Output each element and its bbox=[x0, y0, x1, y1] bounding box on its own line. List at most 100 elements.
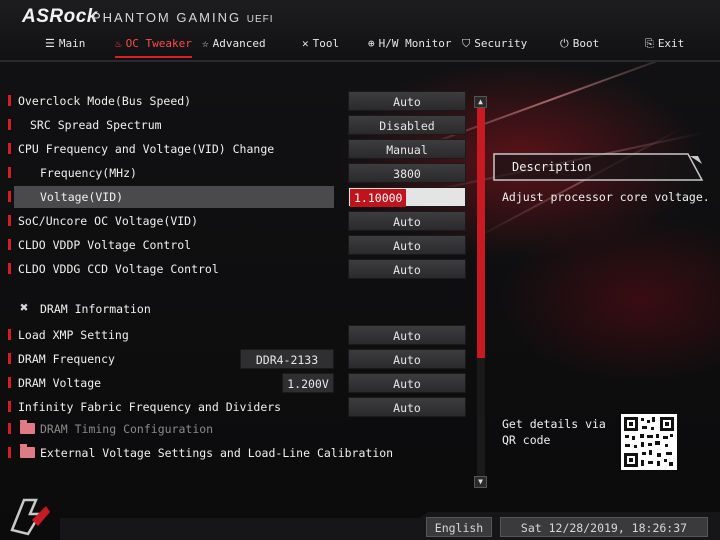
setting-load-xmp[interactable]: Load XMP Setting Auto bbox=[0, 324, 470, 346]
tab-boot[interactable]: ⏻ Boot bbox=[560, 32, 599, 56]
description-title: Description bbox=[512, 160, 592, 174]
scroll-down-button[interactable]: ▼ bbox=[474, 476, 487, 488]
row-marker bbox=[8, 119, 11, 130]
row-marker bbox=[8, 263, 11, 274]
brand-subtitle-text: PHANTOM GAMING bbox=[92, 10, 242, 25]
setting-label: Infinity Fabric Frequency and Dividers bbox=[18, 400, 282, 414]
scroll-up-button[interactable]: ▲ bbox=[474, 96, 487, 108]
power-icon: ⏻ bbox=[560, 37, 569, 50]
brand-subtitle: PHANTOM GAMING UEFI bbox=[92, 10, 274, 25]
flame-icon: ♨ bbox=[115, 37, 122, 50]
monitor-icon: ⊕ bbox=[368, 37, 375, 50]
setting-label: Frequency(MHz) bbox=[40, 166, 137, 180]
row-marker bbox=[8, 447, 11, 458]
row-marker bbox=[8, 167, 11, 178]
tab-tool[interactable]: ✕ Tool bbox=[302, 32, 339, 56]
tab-label: Main bbox=[58, 37, 86, 50]
setting-label: Load XMP Setting bbox=[18, 328, 129, 342]
cpu-freq-voltage-value[interactable]: Manual bbox=[348, 139, 466, 159]
src-spread-value[interactable]: Disabled bbox=[348, 115, 466, 135]
setting-overclock-mode[interactable]: Overclock Mode(Bus Speed) Auto bbox=[0, 90, 470, 112]
voltage-vid-input[interactable]: 1.10000 bbox=[348, 187, 466, 207]
star-icon: ☆ bbox=[202, 37, 209, 50]
main-tabs: ☰ Main ♨ OC Tweaker ☆ Advanced ✕ Tool ⊕ H/W M… bbox=[0, 32, 720, 58]
brand-logo: ASRock bbox=[22, 6, 98, 27]
setting-label: CLDO VDDP Voltage Control bbox=[18, 238, 192, 252]
exit-icon: ⎘ bbox=[645, 37, 654, 50]
tab-oc-tweaker[interactable]: ♨ OC Tweaker bbox=[115, 32, 192, 58]
section-dram-information: ✖ DRAM Information bbox=[0, 298, 470, 320]
date-time-display: Sat 12/28/2019, 18:26:37 bbox=[500, 517, 708, 537]
row-marker bbox=[8, 143, 11, 154]
list-icon: ☰ bbox=[45, 37, 55, 50]
row-marker bbox=[8, 401, 11, 412]
frequency-value[interactable]: 3800 bbox=[348, 163, 466, 183]
setting-label: Voltage(VID) bbox=[40, 190, 124, 204]
tab-label: Exit bbox=[657, 37, 685, 50]
wrench-icon: ✖ bbox=[20, 300, 29, 316]
dram-voltage-value[interactable]: Auto bbox=[348, 373, 466, 393]
setting-label: CPU Frequency and Voltage(VID) Change bbox=[18, 142, 275, 156]
header-divider bbox=[0, 60, 720, 62]
scrollbar-thumb[interactable] bbox=[477, 108, 485, 358]
setting-cldo-vddp[interactable]: CLDO VDDP Voltage Control Auto bbox=[0, 234, 470, 256]
dram-voltage-info: 1.200V bbox=[282, 373, 334, 393]
description-text: Adjust processor core voltage. bbox=[502, 190, 710, 204]
section-title: DRAM Information bbox=[40, 302, 151, 316]
setting-dram-frequency[interactable]: DRAM Frequency DDR4-2133 Auto bbox=[0, 348, 470, 370]
setting-src-spread[interactable]: SRC Spread Spectrum Disabled bbox=[0, 114, 470, 136]
submenu-dram-timing[interactable]: DRAM Timing Configuration bbox=[0, 418, 470, 440]
brand-uefi-text: UEFI bbox=[246, 14, 274, 25]
row-marker bbox=[8, 377, 11, 388]
submenu-label: External Voltage Settings and Load-Line … bbox=[40, 446, 394, 460]
tab-hw-monitor[interactable]: ⊕ H/W Monitor bbox=[368, 32, 451, 56]
setting-infinity-fabric[interactable]: Infinity Fabric Frequency and Dividers A… bbox=[0, 396, 470, 418]
overclock-mode-value[interactable]: Auto bbox=[348, 91, 466, 111]
setting-voltage-vid[interactable]: Voltage(VID) 1.10000 bbox=[0, 186, 470, 208]
dram-frequency-value[interactable]: Auto bbox=[348, 349, 466, 369]
submenu-label: DRAM Timing Configuration bbox=[40, 422, 214, 436]
tool-icon: ✕ bbox=[302, 37, 309, 50]
row-marker bbox=[8, 95, 11, 106]
setting-label: DRAM Voltage bbox=[18, 376, 102, 390]
setting-label: SRC Spread Spectrum bbox=[30, 118, 162, 132]
setting-frequency[interactable]: Frequency(MHz) 3800 bbox=[0, 162, 470, 184]
setting-dram-voltage[interactable]: DRAM Voltage 1.200V Auto bbox=[0, 372, 470, 394]
row-marker bbox=[8, 239, 11, 250]
qr-caption: Get details via QR code bbox=[502, 417, 606, 447]
header-bar: ASRock PHANTOM GAMING UEFI ☰ Main ♨ OC Twe… bbox=[0, 0, 720, 60]
tab-label: OC Tweaker bbox=[125, 37, 192, 50]
setting-cpu-freq-voltage[interactable]: CPU Frequency and Voltage(VID) Change Ma… bbox=[0, 138, 470, 160]
setting-label: DRAM Frequency bbox=[18, 352, 115, 366]
tab-security[interactable]: ⛉ Security bbox=[462, 32, 527, 56]
infinity-fabric-value[interactable]: Auto bbox=[348, 397, 466, 417]
cldo-vddp-value[interactable]: Auto bbox=[348, 235, 466, 255]
tab-label: Advanced bbox=[212, 37, 266, 50]
tab-label: Security bbox=[474, 37, 528, 50]
qr-code bbox=[621, 414, 677, 470]
row-marker bbox=[8, 191, 11, 202]
voltage-vid-value: 1.10000 bbox=[350, 189, 407, 207]
tab-label: Boot bbox=[572, 37, 600, 50]
load-xmp-value[interactable]: Auto bbox=[348, 325, 466, 345]
setting-label: CLDO VDDG CCD Voltage Control bbox=[18, 262, 219, 276]
row-marker bbox=[8, 423, 11, 434]
shield-icon: ⛉ bbox=[462, 37, 471, 50]
setting-label: Overclock Mode(Bus Speed) bbox=[18, 94, 192, 108]
language-selector[interactable]: English bbox=[426, 517, 492, 537]
row-marker bbox=[8, 353, 11, 364]
setting-soc-uncore[interactable]: SoC/Uncore OC Voltage(VID) Auto bbox=[0, 210, 470, 232]
tab-main[interactable]: ☰ Main bbox=[45, 32, 85, 56]
submenu-external-voltage[interactable]: External Voltage Settings and Load-Line … bbox=[0, 442, 470, 464]
dram-frequency-info: DDR4-2133 bbox=[240, 349, 334, 369]
folder-icon bbox=[20, 420, 35, 434]
tab-exit[interactable]: ⎘ Exit bbox=[645, 32, 684, 56]
folder-icon bbox=[20, 444, 35, 458]
tab-advanced[interactable]: ☆ Advanced bbox=[202, 32, 266, 56]
tab-label: Tool bbox=[312, 37, 340, 50]
cldo-vddg-value[interactable]: Auto bbox=[348, 259, 466, 279]
setting-cldo-vddg[interactable]: CLDO VDDG CCD Voltage Control Auto bbox=[0, 258, 470, 280]
row-marker bbox=[8, 329, 11, 340]
soc-uncore-value[interactable]: Auto bbox=[348, 211, 466, 231]
tab-label: H/W Monitor bbox=[378, 37, 452, 50]
